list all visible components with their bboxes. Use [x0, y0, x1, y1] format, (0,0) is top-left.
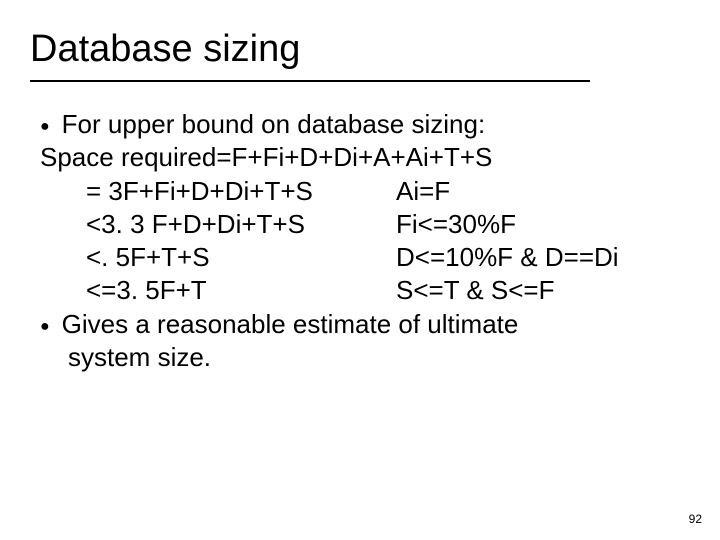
slide-title: Database sizing	[30, 28, 300, 71]
derivation-row-3: <. 5F+T+S D<=10%F & D==Di	[40, 241, 680, 274]
derivation-row-2: <3. 3 F+D+Di+T+S Fi<=30%F	[40, 208, 680, 241]
slide-body: ● For upper bound on database sizing: Sp…	[40, 108, 680, 374]
derivation-row-1: = 3F+Fi+D+Di+T+S Ai=F	[40, 175, 680, 208]
line-1-text: For upper bound on database sizing:	[62, 108, 486, 141]
page-number: 92	[689, 512, 702, 526]
formula-line-1: Space required=F+Fi+D+Di+A+Ai+T+S	[40, 141, 680, 174]
derivation-left-4: <=3. 5F+T	[86, 274, 396, 307]
derivation-row-4: <=3. 5F+T S<=T & S<=F	[40, 274, 680, 307]
bullet-item-1: ● For upper bound on database sizing:	[40, 108, 680, 141]
bullet-item-2: ● Gives a reasonable estimate of ultimat…	[40, 308, 680, 341]
slide: Database sizing ● For upper bound on dat…	[0, 0, 720, 540]
line-7b-text: system size.	[40, 341, 680, 374]
derivation-left-2: <3. 3 F+D+Di+T+S	[86, 208, 396, 241]
derivation-left-3: <. 5F+T+S	[86, 241, 396, 274]
derivation-right-3: D<=10%F & D==Di	[396, 241, 680, 274]
derivation-right-4: S<=T & S<=F	[396, 274, 680, 307]
bullet-dot-icon: ●	[40, 108, 62, 140]
bullet-dot-icon: ●	[40, 308, 62, 340]
derivation-right-1: Ai=F	[396, 175, 680, 208]
derivation-left-1: = 3F+Fi+D+Di+T+S	[86, 175, 396, 208]
line-7a-text: Gives a reasonable estimate of ultimate	[62, 308, 519, 341]
derivation-right-2: Fi<=30%F	[396, 208, 680, 241]
title-underline	[30, 80, 590, 82]
